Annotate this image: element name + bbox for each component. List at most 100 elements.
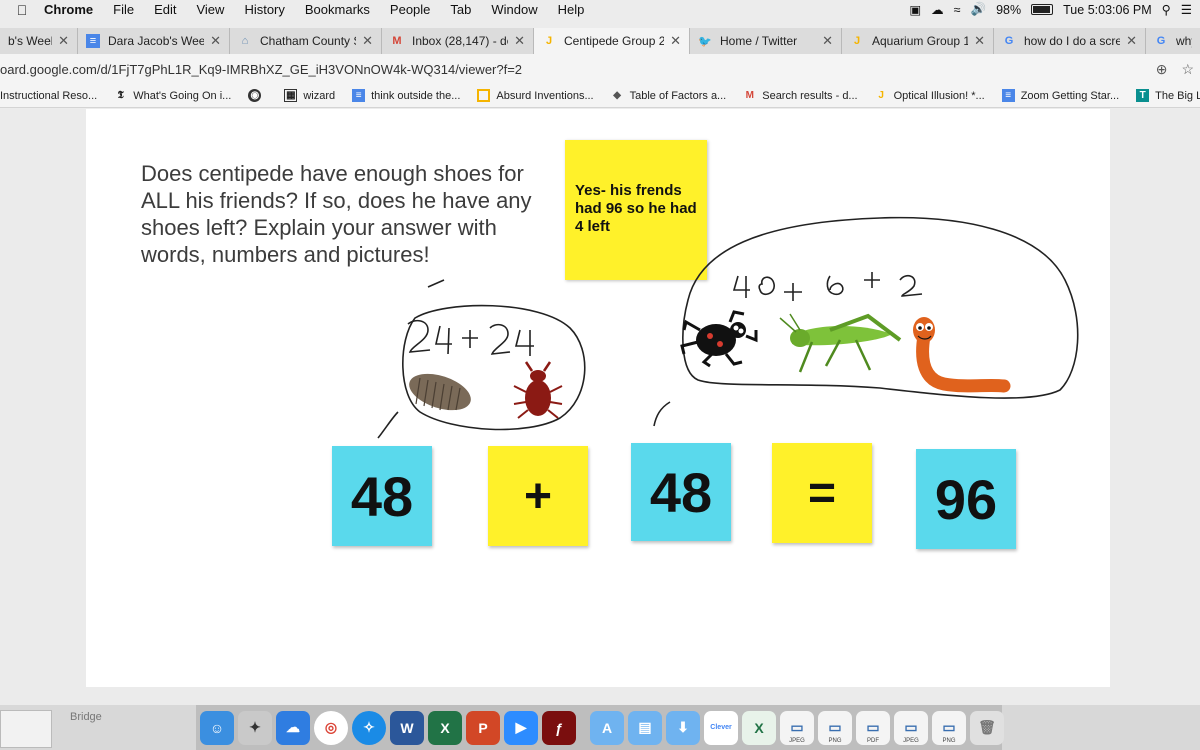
bookmark-item[interactable]: 𝕿 What's Going On i... bbox=[114, 89, 232, 102]
menu-bar:  Chrome File Edit View History Bookmark… bbox=[0, 0, 1200, 19]
close-icon[interactable]: ✕ bbox=[210, 33, 221, 49]
menu-people[interactable]: People bbox=[390, 2, 430, 17]
jamboard-icon: J bbox=[878, 90, 884, 101]
trash-icon[interactable]: 🗑 bbox=[970, 710, 1004, 745]
finder-icon[interactable]: ☺ bbox=[200, 710, 234, 745]
close-icon[interactable]: ✕ bbox=[1126, 33, 1137, 49]
tab-2[interactable]: ⌂ Chatham County Sch ✕ bbox=[230, 28, 382, 54]
volume-icon[interactable]: 🔊 bbox=[971, 2, 987, 17]
video-record-icon[interactable]: ▣ bbox=[909, 2, 921, 17]
jpeg-file-icon[interactable]: ▭ JPEG bbox=[780, 710, 814, 745]
notification-center-icon[interactable]: ☰ bbox=[1181, 2, 1192, 17]
sticky-note-plus[interactable]: + bbox=[488, 446, 588, 546]
bookmark-item[interactable]: J Optical Illusion! *... bbox=[875, 89, 984, 102]
close-icon[interactable]: ✕ bbox=[670, 33, 681, 49]
battery-icon[interactable] bbox=[1031, 4, 1054, 15]
applications-folder-icon[interactable]: A bbox=[590, 710, 624, 745]
tab-8[interactable]: G why bbox=[1146, 28, 1200, 54]
file-type-label: PNG bbox=[942, 737, 956, 744]
apple-icon[interactable]:  bbox=[0, 2, 44, 18]
slides-icon bbox=[477, 89, 491, 102]
tab-title: Home / Twitter bbox=[720, 34, 798, 48]
word-icon[interactable]: W bbox=[390, 710, 424, 745]
zoom-icon[interactable]: ⊕ bbox=[1156, 61, 1168, 78]
bookmark-item[interactable]: Instructional Reso... bbox=[0, 90, 97, 102]
bookmark-item[interactable]: M Search results - d... bbox=[743, 89, 858, 102]
close-icon[interactable]: ✕ bbox=[362, 33, 373, 49]
close-icon[interactable]: ✕ bbox=[974, 33, 985, 49]
sticky-note-equals[interactable]: = bbox=[772, 443, 872, 543]
globe-icon: ◉ bbox=[248, 89, 262, 102]
jamboard-icon: J bbox=[853, 35, 861, 47]
tab-strip: b's Weekly ✕ ≡ Dara Jacob's Weekly ✕ ⌂ C… bbox=[0, 28, 1200, 54]
safari-icon[interactable]: ✧ bbox=[352, 710, 386, 745]
tab-0[interactable]: b's Weekly ✕ bbox=[0, 28, 78, 54]
cloud-app-icon[interactable]: ☁ bbox=[276, 710, 310, 745]
menu-window[interactable]: Window bbox=[491, 2, 537, 17]
clock[interactable]: Tue 5:03:06 PM bbox=[1063, 3, 1151, 17]
menu-tab[interactable]: Tab bbox=[450, 2, 471, 17]
menu-view[interactable]: View bbox=[196, 2, 224, 17]
bookmark-item[interactable]: ≡ think outside the... bbox=[352, 89, 460, 102]
clever-icon[interactable]: Clever bbox=[704, 710, 738, 745]
bookmark-label: Absurd Inventions... bbox=[496, 89, 594, 102]
bookmark-item[interactable]: ≡ Zoom Getting Star... bbox=[1001, 89, 1119, 102]
desktop-label-bridge[interactable]: Bridge bbox=[70, 711, 102, 723]
tab-1[interactable]: ≡ Dara Jacob's Weekly ✕ bbox=[78, 28, 230, 54]
menu-file[interactable]: File bbox=[113, 2, 134, 17]
png-file-icon[interactable]: ▭ PNG bbox=[818, 710, 852, 745]
menu-chrome[interactable]: Chrome bbox=[44, 2, 93, 17]
bookmark-label: Instructional Reso... bbox=[0, 89, 98, 102]
menu-bookmarks[interactable]: Bookmarks bbox=[305, 2, 370, 17]
address-bar[interactable]: oard.google.com/d/1FjT7gPhL1R_Kq9-IMRBhX… bbox=[0, 54, 1200, 84]
close-icon[interactable]: ✕ bbox=[514, 33, 525, 49]
school-icon: ⌂ bbox=[241, 35, 249, 47]
menu-edit[interactable]: Edit bbox=[154, 2, 176, 17]
bookmark-label: Search results - d... bbox=[762, 89, 858, 102]
gmail-icon: M bbox=[745, 90, 754, 101]
pdf-file-icon[interactable]: ▭ PDF bbox=[856, 710, 890, 745]
chrome-icon[interactable]: ◎ bbox=[314, 710, 348, 745]
sticky-note-answer[interactable]: Yes- his frends had 96 so he had 4 left bbox=[565, 140, 707, 280]
flash-icon[interactable]: ƒ bbox=[542, 710, 576, 745]
grid-icon: ▦ bbox=[284, 89, 298, 102]
excel-icon[interactable]: X bbox=[428, 710, 462, 745]
tab-title: Dara Jacob's Weekly bbox=[108, 34, 205, 48]
bookmark-item[interactable]: T The Big List of Ch bbox=[1136, 89, 1200, 102]
tab-5[interactable]: 🐦 Home / Twitter ✕ bbox=[690, 28, 842, 54]
menu-help[interactable]: Help bbox=[558, 2, 585, 17]
downloads-folder-icon[interactable]: ⬇ bbox=[666, 710, 700, 745]
sticky-note-96[interactable]: 96 bbox=[916, 449, 1016, 549]
bookmark-item[interactable]: ▦ wizard bbox=[284, 89, 335, 102]
url-text[interactable]: oard.google.com/d/1FjT7gPhL1R_Kq9-IMRBhX… bbox=[0, 62, 522, 77]
powerpoint-icon[interactable]: P bbox=[466, 710, 500, 745]
launchpad-icon[interactable]: ✦ bbox=[238, 710, 272, 745]
desktop-file-thumbnail[interactable] bbox=[0, 710, 52, 748]
cloud-icon[interactable]: ☁ bbox=[931, 2, 944, 17]
bookmark-item[interactable]: ◆ Table of Factors a... bbox=[611, 89, 726, 102]
twitter-icon: 🐦 bbox=[698, 35, 712, 48]
tab-title: b's Weekly bbox=[8, 34, 52, 48]
bookmark-item[interactable]: Absurd Inventions... bbox=[477, 89, 594, 102]
tab-7[interactable]: G how do I do a screen ✕ bbox=[994, 28, 1146, 54]
google-icon: G bbox=[1004, 35, 1014, 47]
sticky-note-48-right[interactable]: 48 bbox=[631, 443, 731, 541]
bookmark-item[interactable]: ◉ bbox=[248, 89, 267, 102]
tab-6[interactable]: J Aquarium Group 1 - C ✕ bbox=[842, 28, 994, 54]
close-icon[interactable]: ✕ bbox=[58, 33, 69, 49]
menu-history[interactable]: History bbox=[244, 2, 284, 17]
png-file-icon[interactable]: ▭ PNG bbox=[932, 710, 966, 745]
jpeg-file-icon[interactable]: ▭ JPEG bbox=[894, 710, 928, 745]
bookmark-star-icon[interactable]: ☆ bbox=[1181, 61, 1194, 78]
excel-file-icon[interactable]: X bbox=[742, 710, 776, 745]
battery-percent[interactable]: 98% bbox=[996, 3, 1021, 17]
close-icon[interactable]: ✕ bbox=[822, 33, 833, 49]
doc-icon: ≡ bbox=[352, 89, 366, 102]
zoom-icon[interactable]: ▶ bbox=[504, 710, 538, 745]
wifi-icon[interactable]: ≈ bbox=[954, 3, 961, 17]
spotlight-search-icon[interactable]: ⚲ bbox=[1162, 2, 1171, 17]
tab-3[interactable]: M Inbox (28,147) - deja ✕ bbox=[382, 28, 534, 54]
sticky-note-48-left[interactable]: 48 bbox=[332, 446, 432, 546]
tab-4-active[interactable]: J Centipede Group 2 - ✕ bbox=[534, 28, 690, 54]
documents-folder-icon[interactable]: ▤ bbox=[628, 710, 662, 745]
